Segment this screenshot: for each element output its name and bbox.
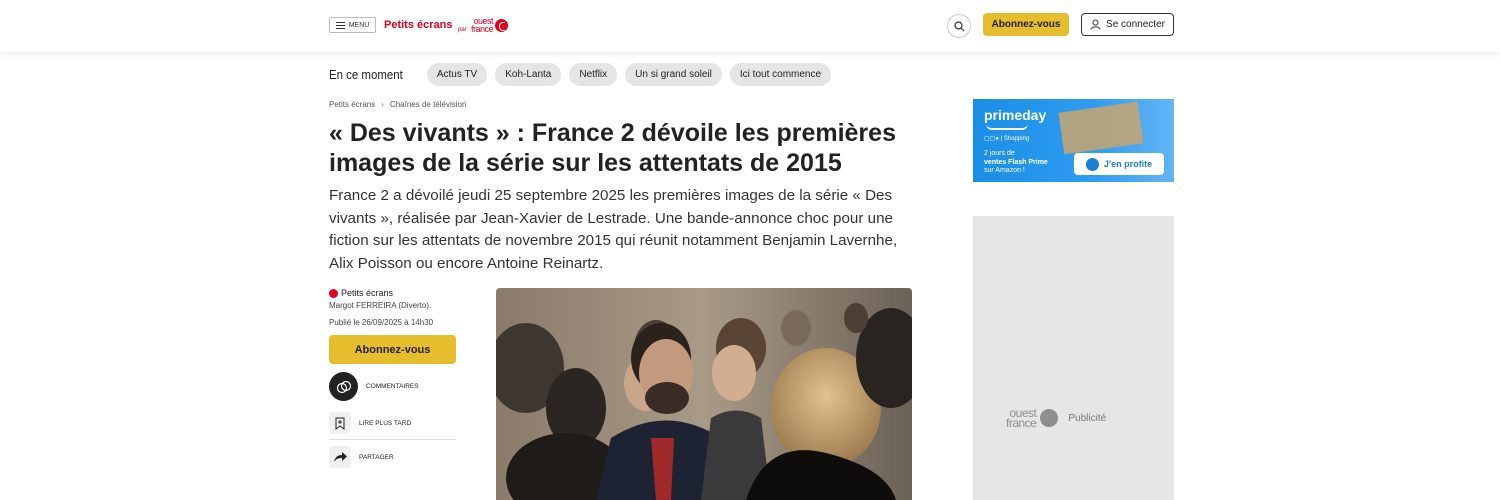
read-later-label: LIRE PLUS TARD xyxy=(359,419,412,427)
comments-label: COMMENTAIRES xyxy=(366,383,419,390)
prime-cta-label: J'en profite xyxy=(1103,159,1153,169)
bookmark-icon xyxy=(329,412,351,434)
trending-bar: En ce moment Actus TV Koh-Lanta Netflix … xyxy=(329,63,832,86)
source-logo-icon xyxy=(329,288,338,298)
login-button[interactable]: Se connecter xyxy=(1081,13,1174,36)
menu-label: MENU xyxy=(348,21,370,29)
share-label: PARTAGER xyxy=(359,453,394,461)
chip-actus-tv[interactable]: Actus TV xyxy=(426,63,488,86)
article-photo[interactable] xyxy=(496,288,912,500)
comments-button[interactable]: COMMENTAIRES xyxy=(329,372,459,401)
article-title: « Des vivants » : France 2 dévoile les p… xyxy=(329,119,896,177)
by-label: par xyxy=(458,27,467,33)
menu-button[interactable]: MENU xyxy=(329,17,376,33)
subscribe-side-button[interactable]: Abonnez-vous xyxy=(329,335,456,364)
hamburger-icon xyxy=(335,21,345,29)
ouest-france-logo[interactable]: ouest france xyxy=(471,16,509,34)
source-label: Petits écrans xyxy=(341,288,394,298)
article-author: Margot FERREIRA (Diverto). xyxy=(329,301,432,310)
chip-koh-lanta[interactable]: Koh-Lanta xyxy=(495,63,562,86)
amazon-smile-icon xyxy=(986,124,1028,130)
search-button[interactable] xyxy=(947,14,971,38)
ad-placeholder-logo-text: ouest france xyxy=(1006,406,1037,430)
article-source[interactable]: Petits écrans xyxy=(329,288,459,298)
login-label: Se connecter xyxy=(1106,19,1165,30)
search-icon xyxy=(953,20,964,31)
comments-icon xyxy=(329,372,358,401)
ouest-france-logo-icon xyxy=(495,18,509,32)
prime-line-2: ventes Flash Prime xyxy=(984,158,1048,166)
prime-day-ad[interactable]: primeday ▢▢● | Shopping 2 jours de vente… xyxy=(973,99,1174,182)
prime-line-1: 2 jours de xyxy=(984,150,1015,157)
prime-day-logo: primeday xyxy=(984,107,1047,123)
breadcrumb-item-chaines[interactable]: Chaînes de télévision xyxy=(390,100,467,109)
ad-placeholder-label: Publicité xyxy=(1068,412,1107,424)
site-header: MENU Petits écrans par ouest france Abonn… xyxy=(0,0,1500,52)
shopping-brand: ▢▢● | Shopping xyxy=(984,136,1030,142)
article-meta: Petits écrans Margot FERREIRA (Diverto).… xyxy=(329,288,459,468)
package-illustration xyxy=(1058,101,1144,155)
ad-placeholder-logo: ouest france Publicité xyxy=(1006,406,1107,430)
share-button[interactable]: PARTAGER xyxy=(329,446,459,468)
site-title-link[interactable]: Petits écrans xyxy=(384,19,452,31)
cta-logo-icon xyxy=(1085,157,1099,171)
chip-un-si-grand-soleil[interactable]: Un si grand soleil xyxy=(625,63,722,86)
user-icon xyxy=(1090,19,1101,30)
breadcrumb-item-petits-ecrans[interactable]: Petits écrans xyxy=(329,100,375,109)
chip-netflix[interactable]: Netflix xyxy=(569,63,618,86)
ouest-france-logo-text: ouest france xyxy=(471,16,494,34)
ad-placeholder: ouest france Publicité xyxy=(973,216,1174,500)
share-arrow-icon xyxy=(329,446,351,468)
read-later-button[interactable]: LIRE PLUS TARD xyxy=(329,412,456,440)
ad-placeholder-logo-icon xyxy=(1040,409,1059,427)
breadcrumb: Petits écrans › Chaînes de télévision xyxy=(329,100,466,109)
article-lead: France 2 a dévoilé jeudi 25 septembre 20… xyxy=(329,187,898,272)
subscribe-button[interactable]: Abonnez-vous xyxy=(983,13,1069,36)
article-photo-image xyxy=(496,288,912,500)
article-date: Publié le 26/09/2025 à 14h30 xyxy=(329,318,434,327)
chip-ici-tout-commence[interactable]: Ici tout commence xyxy=(729,63,832,86)
prime-cta-button[interactable]: J'en profite xyxy=(1074,153,1164,175)
chevron-right-icon: › xyxy=(381,100,384,109)
prime-day-text: 2 jours de ventes Flash Prime sur Amazon… xyxy=(984,150,1048,176)
prime-line-3: sur Amazon ! xyxy=(984,167,1025,174)
trending-label: En ce moment xyxy=(329,67,403,82)
